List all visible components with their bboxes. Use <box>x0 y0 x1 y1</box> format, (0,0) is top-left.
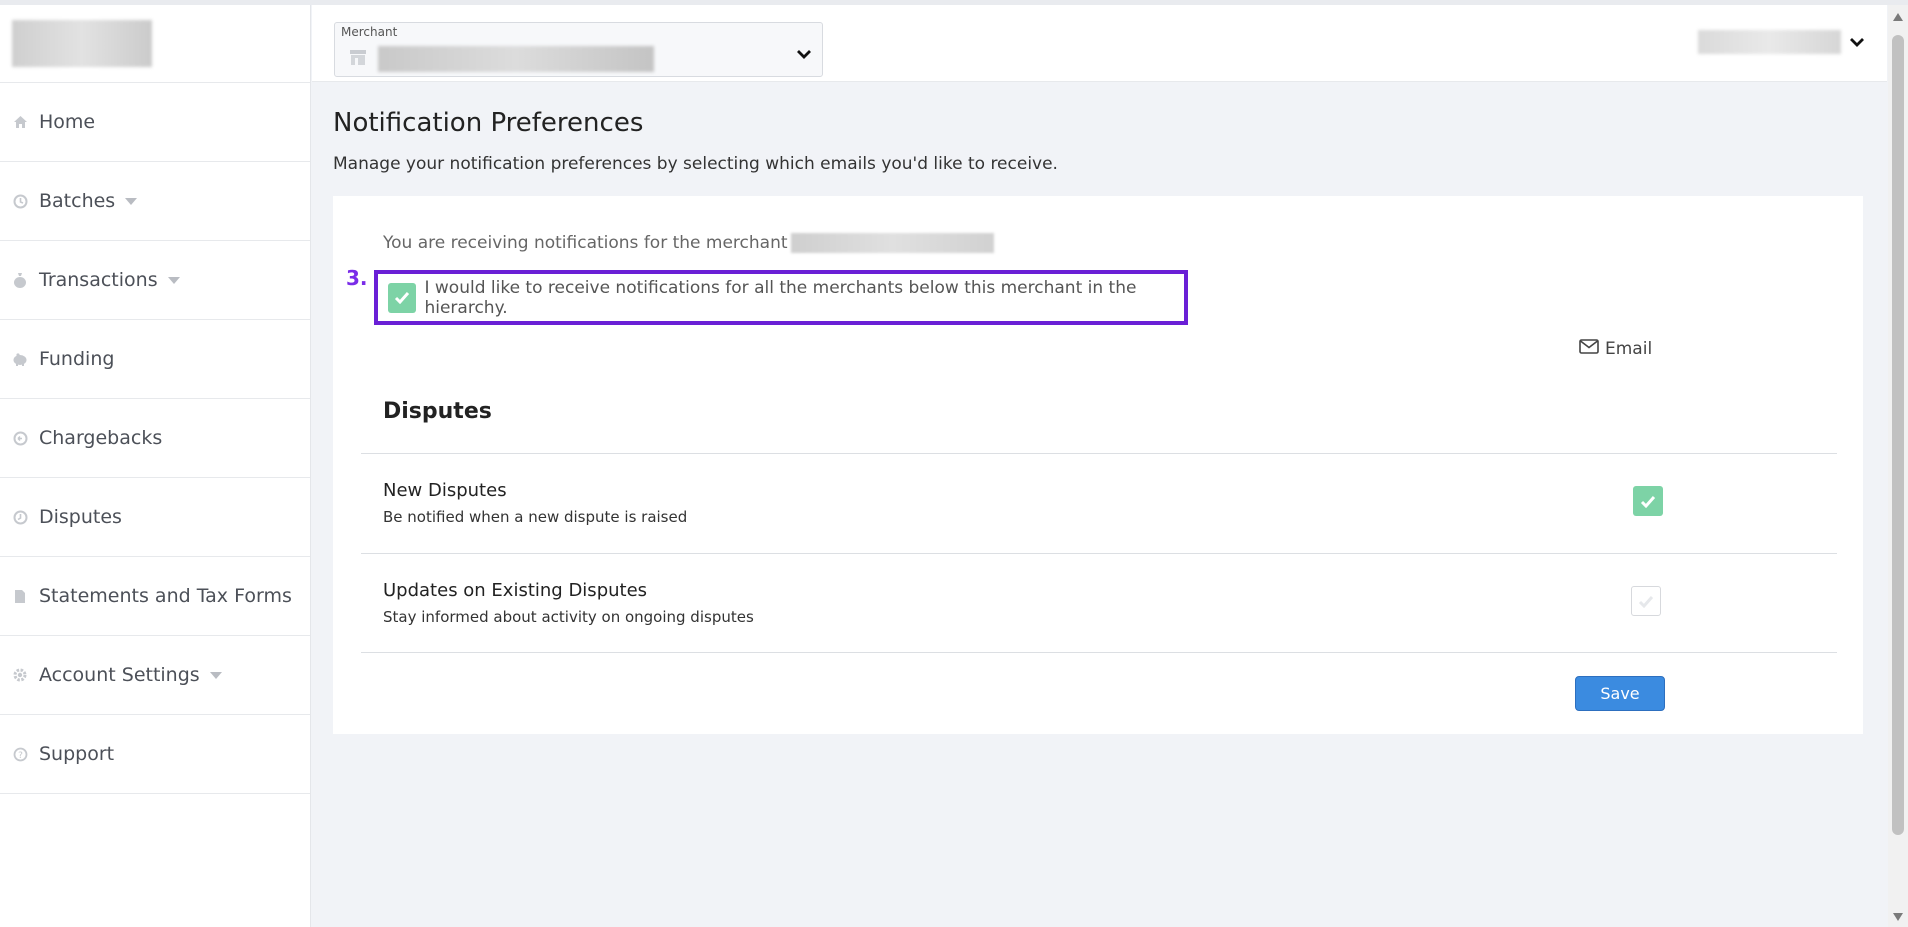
hierarchy-option-highlight: I would like to receive notifications fo… <box>374 270 1188 325</box>
sidebar-item-label: Batches <box>39 190 116 212</box>
document-icon <box>12 588 28 604</box>
preference-row: Updates on Existing Disputes Stay inform… <box>361 553 1837 653</box>
merchant-select-label: Merchant <box>341 25 398 39</box>
sidebar-item-funding[interactable]: Funding <box>0 320 310 399</box>
sidebar-item-transactions[interactable]: Transactions <box>0 241 310 320</box>
disputes-icon <box>12 509 28 525</box>
preference-row: New Disputes Be notified when a new disp… <box>361 453 1837 553</box>
preference-title: Updates on Existing Disputes <box>383 580 648 601</box>
merchant-name-redacted <box>790 233 994 253</box>
sidebar-item-label: Funding <box>39 348 115 370</box>
scroll-down-arrow-icon[interactable] <box>1893 913 1903 921</box>
top-header: Merchant <box>312 5 1887 82</box>
help-icon: ? <box>12 746 28 762</box>
sidebar-item-label: Support <box>39 743 115 765</box>
logo[interactable] <box>12 20 152 67</box>
page-scrollbar[interactable] <box>1888 5 1908 927</box>
page-title: Notification Preferences <box>333 108 644 138</box>
chevron-down-icon <box>1849 33 1865 52</box>
existing-disputes-email-checkbox[interactable] <box>1631 586 1661 616</box>
caret-down-icon <box>209 671 222 679</box>
sidebar-item-batches[interactable]: Batches <box>0 162 310 241</box>
sidebar-item-account-settings[interactable]: Account Settings <box>0 636 310 715</box>
preference-title: New Disputes <box>383 480 507 501</box>
sidebar-item-label: Disputes <box>39 506 122 528</box>
preference-description: Stay informed about activity on ongoing … <box>383 608 754 626</box>
page-subtitle: Manage your notification preferences by … <box>333 154 1058 174</box>
envelope-icon <box>1579 339 1599 359</box>
batches-icon <box>12 193 28 209</box>
sidebar-item-home[interactable]: Home <box>0 83 310 162</box>
home-icon <box>12 114 28 130</box>
sidebar-item-statements[interactable]: Statements and Tax Forms <box>0 557 310 636</box>
email-column-label: Email <box>1605 339 1653 359</box>
section-title-disputes: Disputes <box>383 399 492 424</box>
sidebar-item-label: Chargebacks <box>39 427 163 449</box>
store-icon <box>349 48 367 70</box>
logo-area <box>0 5 310 83</box>
email-column-header: Email <box>1579 339 1652 359</box>
save-button[interactable]: Save <box>1575 676 1665 711</box>
caret-down-icon <box>125 197 138 205</box>
gear-icon <box>12 667 28 683</box>
receiving-text: You are receiving notifications for the … <box>383 233 788 253</box>
scroll-up-arrow-icon[interactable] <box>1893 13 1903 21</box>
user-menu[interactable] <box>1698 30 1865 54</box>
scrollbar-thumb[interactable] <box>1892 35 1904 835</box>
sidebar-item-label: Home <box>39 111 96 133</box>
sidebar-item-label: Account Settings <box>39 664 200 686</box>
merchant-select[interactable]: Merchant <box>334 22 823 77</box>
svg-text:?: ? <box>18 751 23 761</box>
piggy-bank-icon <box>12 351 28 367</box>
sidebar-item-chargebacks[interactable]: Chargebacks <box>0 399 310 478</box>
new-disputes-email-checkbox[interactable] <box>1633 486 1663 516</box>
chargebacks-icon <box>12 430 28 446</box>
hierarchy-checkbox[interactable] <box>388 282 417 313</box>
sidebar: Home Batches Transactions Funding Charge… <box>0 5 311 927</box>
receiving-notice: You are receiving notifications for the … <box>383 233 994 253</box>
notification-preferences-card: You are receiving notifications for the … <box>333 196 1863 734</box>
money-bag-icon <box>12 272 28 288</box>
merchant-select-value <box>378 46 654 72</box>
sidebar-item-disputes[interactable]: Disputes <box>0 478 310 557</box>
preference-description: Be notified when a new dispute is raised <box>383 508 688 526</box>
user-name <box>1698 30 1841 54</box>
chevron-down-icon <box>796 45 812 64</box>
sidebar-item-label: Statements and Tax Forms <box>39 585 292 607</box>
sidebar-item-label: Transactions <box>39 269 158 291</box>
caret-down-icon <box>167 276 180 284</box>
sidebar-item-support[interactable]: ? Support <box>0 715 310 794</box>
hierarchy-checkbox-label[interactable]: I would like to receive notifications fo… <box>424 278 1184 318</box>
step-annotation: 3. <box>346 266 368 290</box>
